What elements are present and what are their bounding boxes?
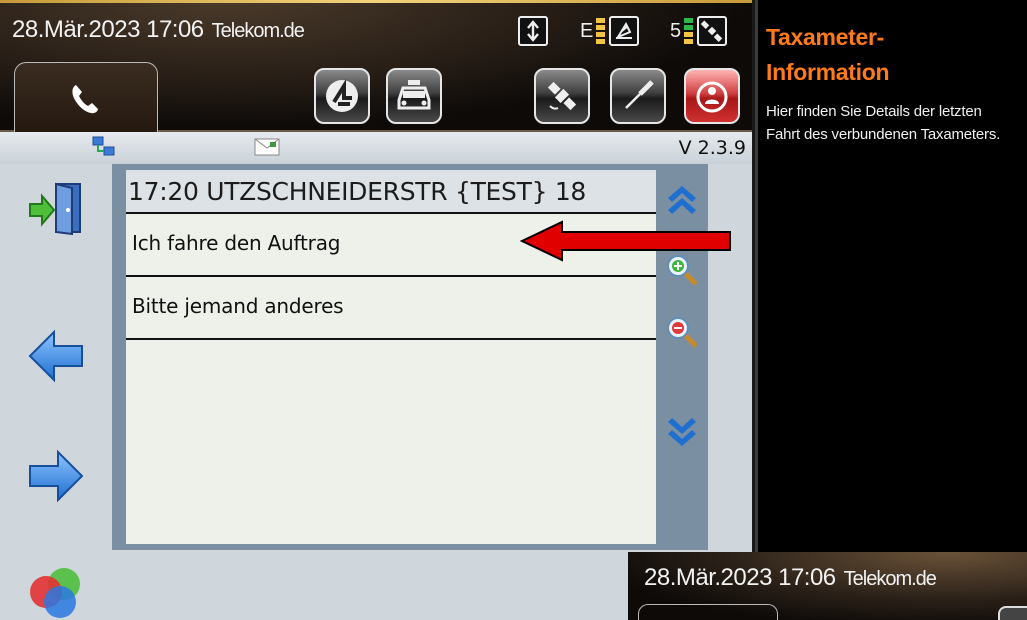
forward-button[interactable] bbox=[26, 446, 86, 506]
scroll-top-button[interactable] bbox=[662, 178, 702, 218]
screwdriver-icon bbox=[625, 80, 654, 109]
red-annotation-arrow-icon bbox=[519, 220, 731, 262]
option-someone-else[interactable]: Bitte jemand anderes bbox=[126, 277, 656, 340]
satellite-icon bbox=[547, 81, 577, 111]
exit-button[interactable] bbox=[26, 178, 86, 238]
satellite-count: 5 bbox=[670, 19, 682, 42]
thumbnail-datetime: 28.Mär.2023 17:06 bbox=[644, 564, 836, 591]
scroll-bottom-button[interactable] bbox=[662, 414, 702, 454]
phone-tab[interactable] bbox=[14, 62, 158, 134]
gps-lock-icon bbox=[518, 16, 548, 46]
network-bars-icon bbox=[596, 18, 606, 44]
network-computers-icon bbox=[92, 136, 116, 162]
panel-header: V 2.3.9 bbox=[0, 132, 752, 164]
network-type-label: E bbox=[580, 19, 594, 42]
dispatch-logo-icon bbox=[326, 79, 358, 112]
carrier-text: Telekom.de bbox=[211, 20, 305, 42]
top-status-bar: 28.Mär.2023 17:06 Telekom.de E 5 bbox=[0, 0, 752, 134]
alarm-button[interactable] bbox=[684, 68, 740, 124]
gps-status-indicator bbox=[518, 16, 548, 46]
color-circles-icon bbox=[30, 568, 80, 618]
thumbnail-carrier: Telekom.de bbox=[843, 568, 937, 590]
double-chevron-up-icon bbox=[668, 186, 696, 214]
satellite-icon bbox=[697, 16, 728, 46]
gps-button[interactable] bbox=[534, 68, 590, 124]
satellite-indicator: 5 bbox=[670, 16, 728, 46]
info-title-line1: Taxameter- bbox=[766, 24, 885, 50]
thumbnail-phone-tab bbox=[638, 604, 778, 620]
arrow-right-icon bbox=[29, 449, 84, 503]
antenna-icon bbox=[609, 16, 640, 46]
thumbnail-button bbox=[998, 606, 1027, 620]
info-description: Hier finden Sie Details der letzten Fahr… bbox=[766, 103, 1001, 143]
left-nav bbox=[0, 164, 112, 620]
back-button[interactable] bbox=[26, 326, 86, 386]
status-datetime: 28.Mär.2023 17:06 Telekom.de bbox=[12, 16, 305, 44]
satellite-bars-icon bbox=[684, 18, 694, 44]
exit-door-icon bbox=[29, 182, 81, 236]
taxi-icon bbox=[397, 80, 431, 110]
zoom-out-icon bbox=[667, 317, 698, 348]
color-settings-button[interactable] bbox=[26, 562, 86, 620]
zoom-out-button[interactable] bbox=[662, 312, 702, 352]
version-label: V 2.3.9 bbox=[678, 137, 746, 159]
taxi-button[interactable] bbox=[386, 68, 442, 124]
network-indicator: E bbox=[580, 16, 640, 46]
dispatch-button[interactable] bbox=[314, 68, 370, 124]
datetime-text: 28.Mär.2023 17:06 bbox=[12, 16, 204, 43]
double-chevron-down-icon bbox=[668, 418, 696, 446]
info-panel: Taxameter- Information Hier finden Sie D… bbox=[755, 0, 1027, 552]
message-icon[interactable] bbox=[254, 136, 280, 162]
phone-icon bbox=[72, 84, 98, 113]
info-title-line2: Information bbox=[766, 59, 890, 85]
order-header: 17:20 UTZSCHNEIDERSTR {TEST} 18 bbox=[126, 170, 656, 214]
arrow-left-icon bbox=[28, 329, 83, 383]
screenshot-thumbnail[interactable]: 28.Mär.2023 17:06 Telekom.de bbox=[628, 552, 1027, 620]
info-title: Taxameter- Information bbox=[766, 20, 1019, 90]
thumbnail-status: 28.Mär.2023 17:06 Telekom.de bbox=[644, 564, 937, 592]
main-panel: V 2.3.9 17:20 UTZSCHNEIDERSTR {TEST} 18 … bbox=[0, 132, 752, 620]
tools-button[interactable] bbox=[610, 68, 666, 124]
alarm-person-icon bbox=[696, 81, 728, 113]
